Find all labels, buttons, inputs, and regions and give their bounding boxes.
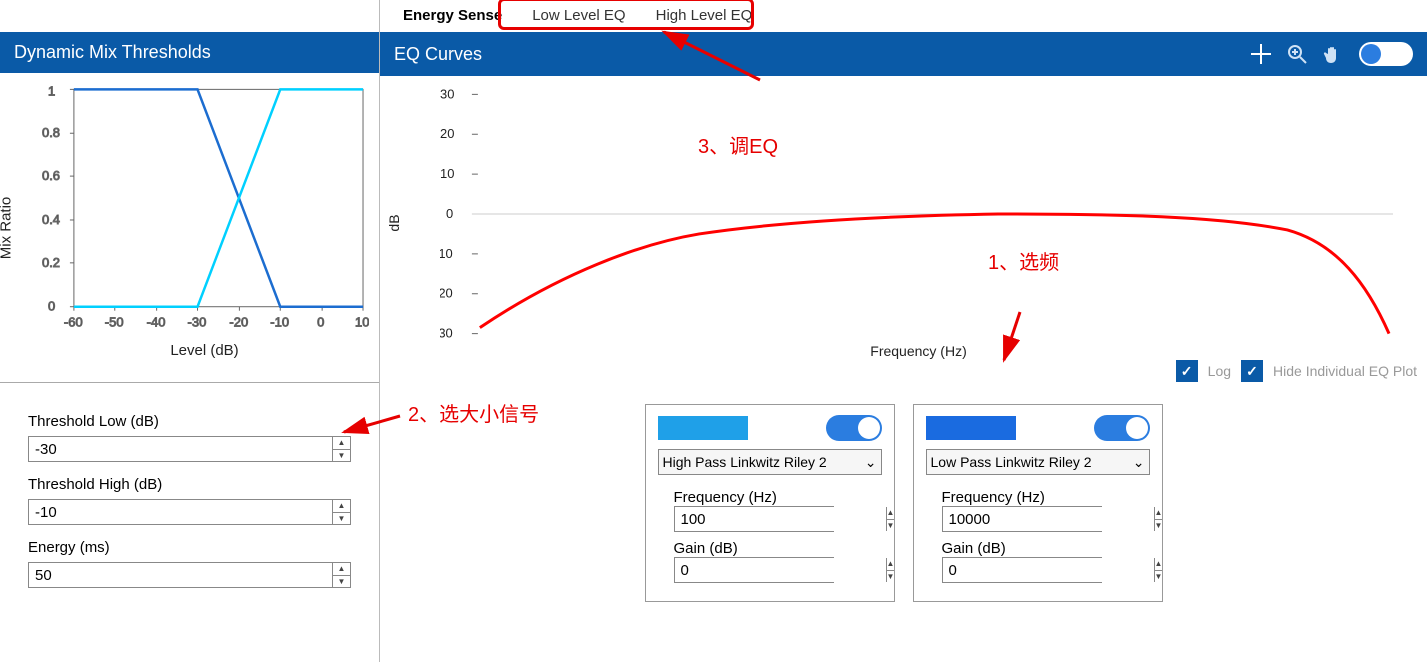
filter2-freq-input[interactable]: ▲▼ — [942, 506, 1102, 532]
filter2-gain-spinner[interactable]: ▲▼ — [1154, 558, 1163, 582]
zoom-icon[interactable] — [1287, 44, 1307, 64]
eq-header-toggle[interactable] — [1359, 42, 1413, 66]
svg-text:-20: -20 — [440, 286, 453, 301]
eq-chart: dB 30 20 10 0 -10 -20 -30 20 100 1k 10 — [380, 76, 1427, 396]
eq-y-axis-label: dB — [386, 215, 402, 232]
chevron-down-icon: ⌄ — [865, 454, 877, 471]
filter1-freq-field[interactable] — [675, 507, 886, 531]
threshold-form: Threshold Low (dB) ▲▼ Threshold High (dB… — [0, 383, 379, 610]
threshold-high-field[interactable] — [29, 500, 332, 524]
svg-text:-40: -40 — [147, 315, 166, 330]
svg-text:-10: -10 — [440, 246, 453, 261]
filter1-type-select[interactable]: High Pass Linkwitz Riley 2 ⌄ — [658, 449, 882, 475]
tab-row: Energy Sense Low Level EQ High Level EQ — [380, 0, 1427, 32]
filter-card-2: Low Pass Linkwitz Riley 2 ⌄ Frequency (H… — [913, 404, 1163, 602]
svg-text:0: 0 — [48, 299, 55, 314]
energy-label: Energy (ms) — [28, 539, 351, 556]
mix-x-axis-label: Level (dB) — [40, 342, 369, 359]
threshold-low-field[interactable] — [29, 437, 332, 461]
svg-text:-10: -10 — [270, 315, 289, 330]
hide-plots-label: Hide Individual EQ Plot — [1273, 363, 1417, 379]
svg-text:-30: -30 — [440, 326, 453, 341]
mix-y-axis-label: Mix Ratio — [0, 196, 15, 259]
filter1-gain-field[interactable] — [675, 558, 886, 582]
tab-high-level-eq[interactable]: High Level EQ — [641, 0, 768, 31]
filter-card-1: High Pass Linkwitz Riley 2 ⌄ Frequency (… — [645, 404, 895, 602]
eq-x-axis-label: Frequency (Hz) — [440, 343, 1397, 359]
svg-text:-50: -50 — [105, 315, 124, 330]
filter2-type-select[interactable]: Low Pass Linkwitz Riley 2 ⌄ — [926, 449, 1150, 475]
log-checkbox[interactable]: ✓ — [1176, 360, 1198, 382]
filter1-color-swatch — [658, 416, 748, 440]
filter2-type-value: Low Pass Linkwitz Riley 2 — [931, 454, 1092, 470]
filter1-enable-toggle[interactable] — [826, 415, 882, 441]
filter1-freq-label: Frequency (Hz) — [674, 489, 866, 506]
eq-curves-header: EQ Curves — [380, 32, 1427, 76]
svg-text:-20: -20 — [229, 315, 248, 330]
filter2-freq-label: Frequency (Hz) — [942, 489, 1134, 506]
filter2-freq-field[interactable] — [943, 507, 1154, 531]
filter1-freq-spinner[interactable]: ▲▼ — [886, 507, 895, 531]
eq-curves-title: EQ Curves — [394, 44, 482, 65]
svg-text:0: 0 — [446, 206, 453, 221]
eq-chart-svg: 30 20 10 0 -10 -20 -30 20 100 1k 10k 24k — [440, 84, 1397, 344]
svg-text:0.6: 0.6 — [42, 168, 60, 183]
svg-text:-30: -30 — [188, 315, 207, 330]
threshold-low-spinner[interactable]: ▲▼ — [332, 437, 350, 461]
log-checkbox-label: Log — [1208, 363, 1231, 379]
filter-cards-row: High Pass Linkwitz Riley 2 ⌄ Frequency (… — [380, 396, 1427, 602]
chevron-down-icon: ⌄ — [1133, 454, 1145, 471]
svg-text:20: 20 — [440, 126, 454, 141]
filter2-freq-spinner[interactable]: ▲▼ — [1154, 507, 1163, 531]
mix-chart-svg: 0 0.2 0.4 0.6 0.8 1 -60 -50 -40 -30 -20 … — [40, 83, 369, 343]
filter1-gain-label: Gain (dB) — [674, 540, 866, 557]
mix-thresholds-header: Dynamic Mix Thresholds — [0, 32, 379, 73]
tab-energy-sense[interactable]: Energy Sense — [388, 0, 517, 31]
threshold-high-input[interactable]: ▲▼ — [28, 499, 351, 525]
svg-text:0: 0 — [317, 315, 324, 330]
right-panel: Energy Sense Low Level EQ High Level EQ … — [380, 0, 1427, 662]
svg-text:30: 30 — [440, 86, 454, 101]
threshold-low-label: Threshold Low (dB) — [28, 413, 351, 430]
filter2-gain-label: Gain (dB) — [942, 540, 1134, 557]
svg-text:10: 10 — [355, 315, 369, 330]
filter1-gain-spinner[interactable]: ▲▼ — [886, 558, 895, 582]
filter1-gain-input[interactable]: ▲▼ — [674, 557, 834, 583]
threshold-low-input[interactable]: ▲▼ — [28, 436, 351, 462]
mix-ratio-chart: Mix Ratio 0 0.2 0.4 0.6 0.8 1 -60 -50 -4 — [0, 73, 379, 383]
svg-text:0.8: 0.8 — [42, 125, 60, 140]
mix-thresholds-title: Dynamic Mix Thresholds — [14, 42, 211, 63]
pan-hand-icon[interactable] — [1323, 44, 1343, 64]
energy-field[interactable] — [29, 563, 332, 587]
energy-spinner[interactable]: ▲▼ — [332, 563, 350, 587]
filter1-type-value: High Pass Linkwitz Riley 2 — [663, 454, 827, 470]
hide-plots-checkbox[interactable]: ✓ — [1241, 360, 1263, 382]
filter2-gain-field[interactable] — [943, 558, 1154, 582]
svg-text:-60: -60 — [64, 315, 83, 330]
tab-low-level-eq[interactable]: Low Level EQ — [517, 0, 640, 31]
crosshair-icon[interactable] — [1251, 44, 1271, 64]
svg-text:10: 10 — [440, 166, 454, 181]
filter2-enable-toggle[interactable] — [1094, 415, 1150, 441]
eq-checkbox-row: ✓ Log ✓ Hide Individual EQ Plot — [1176, 360, 1417, 382]
threshold-high-label: Threshold High (dB) — [28, 476, 351, 493]
filter1-freq-input[interactable]: ▲▼ — [674, 506, 834, 532]
threshold-high-spinner[interactable]: ▲▼ — [332, 500, 350, 524]
filter2-color-swatch — [926, 416, 1016, 440]
svg-text:1: 1 — [48, 83, 55, 98]
left-panel: Dynamic Mix Thresholds Mix Ratio 0 0.2 0… — [0, 0, 380, 662]
svg-text:0.4: 0.4 — [42, 212, 60, 227]
filter2-gain-input[interactable]: ▲▼ — [942, 557, 1102, 583]
svg-text:0.2: 0.2 — [42, 255, 60, 270]
energy-input[interactable]: ▲▼ — [28, 562, 351, 588]
